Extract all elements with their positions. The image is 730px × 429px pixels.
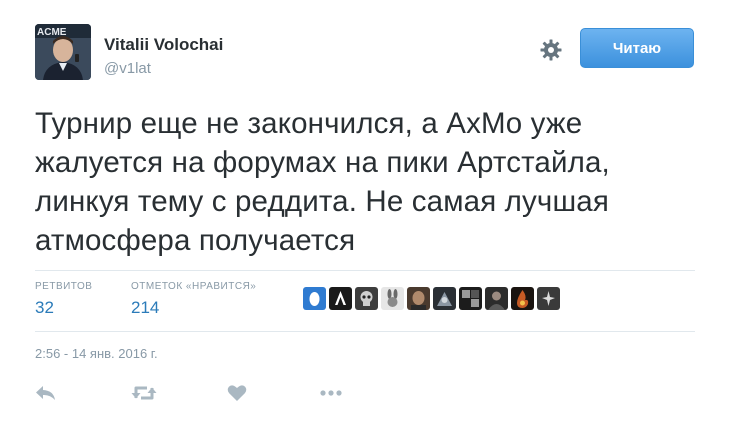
heart-icon[interactable]: [225, 380, 249, 406]
retweet-count-label: РЕТВИТОВ: [35, 281, 93, 292]
user-name[interactable]: Vitalii Volochai: [104, 35, 223, 55]
user-handle[interactable]: @v1lat: [104, 60, 151, 77]
more-icon[interactable]: [318, 380, 344, 406]
tweet-line: атмосфера получается: [35, 224, 356, 257]
retweet-count-value: 32: [35, 298, 54, 317]
a-logo-avatar[interactable]: [329, 287, 352, 310]
like-count-value: 214: [131, 298, 160, 317]
egg-avatar[interactable]: [303, 287, 326, 310]
chess-avatar[interactable]: [459, 287, 482, 310]
like-count[interactable]: ОТМЕТОК «НРАВИТСЯ» 214: [131, 281, 256, 318]
dark-figure-avatar[interactable]: [537, 287, 560, 310]
user-avatar[interactable]: ACME: [35, 24, 91, 80]
warrior-avatar[interactable]: [433, 287, 456, 310]
like-count-label: ОТМЕТОК «НРАВИТСЯ»: [131, 281, 257, 292]
reply-icon[interactable]: [33, 380, 59, 406]
follow-button[interactable]: Читаю: [580, 28, 694, 68]
bunny-avatar[interactable]: [381, 287, 404, 310]
tweet-line: линкуя тему с реддита. Не самая лучшая: [35, 185, 609, 218]
tweet-line: Турнир еще не закончился, а AxMo уже: [35, 107, 583, 140]
tweet-timestamp[interactable]: 2:56 - 14 янв. 2016 г.: [35, 346, 158, 361]
divider: [35, 270, 695, 271]
retweet-count[interactable]: РЕТВИТОВ 32: [35, 281, 92, 318]
tweet-line: жалуется на форумах на пики Артстайла,: [35, 146, 610, 179]
gear-icon[interactable]: [539, 38, 563, 62]
fire-avatar[interactable]: [511, 287, 534, 310]
skull-avatar[interactable]: [355, 287, 378, 310]
portrait-avatar[interactable]: [485, 287, 508, 310]
tweet-text: Турнир еще не закончился, а AxMo уже жал…: [35, 104, 705, 260]
face-avatar[interactable]: [407, 287, 430, 310]
divider: [35, 331, 695, 332]
retweet-icon[interactable]: [129, 380, 159, 406]
liker-avatars: [303, 287, 560, 310]
